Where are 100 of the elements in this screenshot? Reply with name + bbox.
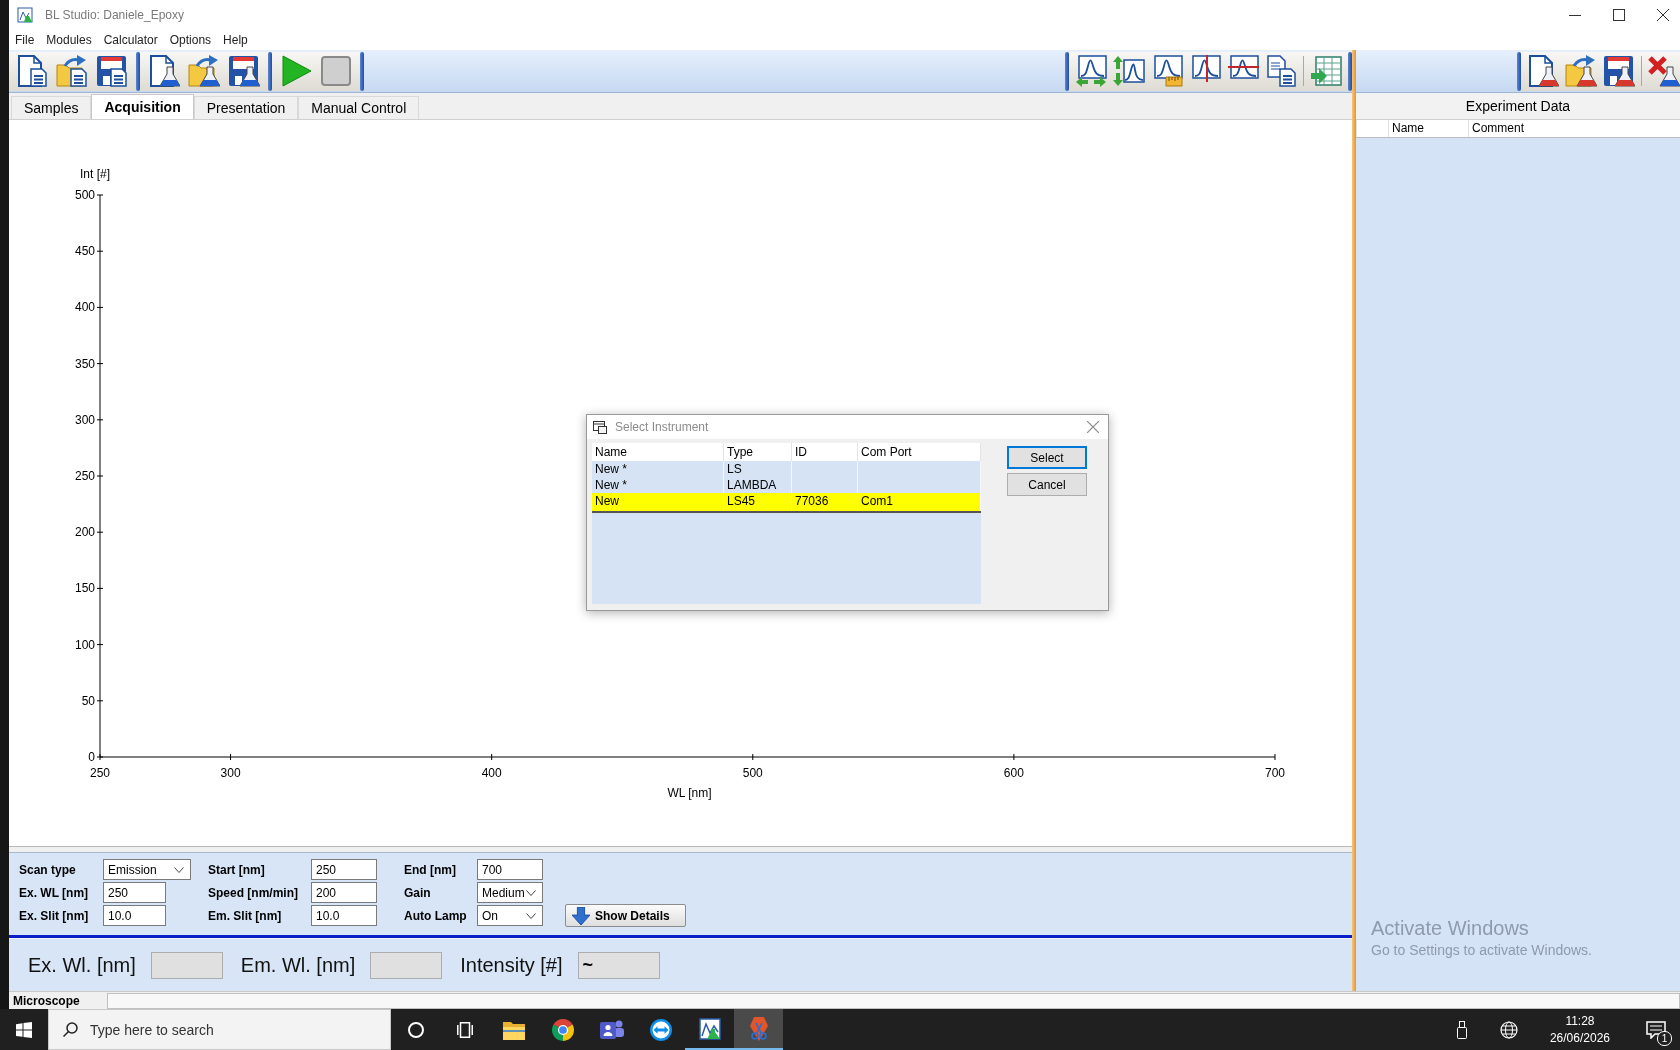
segmented-circle-icon	[551, 1018, 574, 1041]
globe-icon[interactable]	[1499, 1020, 1518, 1039]
menu-item[interactable]: Options	[163, 33, 218, 47]
readout-label: Intensity [#]	[460, 953, 563, 977]
dropdown[interactable]: Medium	[477, 882, 543, 903]
chart-vertical-arrows-icon[interactable]	[1113, 55, 1145, 87]
menu-item[interactable]: File	[9, 33, 41, 47]
chart-horizontal-arrows-icon[interactable]	[1075, 55, 1107, 87]
text-field[interactable]: 700	[477, 859, 543, 880]
circle-icon[interactable]	[407, 1021, 424, 1038]
dropdown[interactable]: Emission	[103, 859, 191, 880]
dialog-title: Select Instrument	[615, 420, 709, 434]
axis-tick-label: 250	[74, 469, 95, 483]
axis-tick-label: 300	[74, 412, 95, 427]
dropdown[interactable]: On	[477, 905, 543, 926]
dialog-button[interactable]: Cancel	[1007, 473, 1087, 496]
axis-tick-label: 400	[74, 300, 95, 315]
close-icon[interactable]	[1657, 9, 1669, 21]
tab[interactable]: Presentation	[193, 96, 299, 119]
stop-icon[interactable]	[320, 55, 352, 87]
clock-date[interactable]: 26/06/2026	[1549, 1029, 1610, 1047]
table-row[interactable]: New * LS	[592, 461, 981, 477]
column-header[interactable]: Name	[592, 443, 724, 461]
floppy-document-icon[interactable]	[96, 55, 128, 87]
notification-count-badge: 1	[1657, 1030, 1672, 1046]
axis-tick-label: 100	[74, 637, 95, 652]
axis-tick-label: 50	[81, 693, 95, 708]
documents-icon[interactable]	[1265, 55, 1297, 87]
folder-flask-icon[interactable]	[188, 55, 220, 87]
window-icon	[593, 420, 607, 434]
text-field[interactable]: 10.0	[311, 905, 377, 926]
tab[interactable]: Samples	[11, 96, 92, 119]
column-header[interactable]: Type	[724, 443, 792, 461]
text-field[interactable]: 200	[311, 882, 377, 903]
field-label: End [nm]	[404, 862, 457, 877]
column-header[interactable]: Name	[1388, 120, 1468, 137]
chevron-icon	[526, 912, 536, 919]
menu-item[interactable]: Help	[217, 33, 254, 47]
search-field[interactable]: Type here to search	[48, 1009, 391, 1050]
field-label: Scan type	[19, 862, 77, 877]
dialog-button[interactable]: Select	[1007, 446, 1087, 469]
show-details-button[interactable]: Show Details	[565, 904, 686, 927]
tab[interactable]: Manual Control	[298, 96, 420, 119]
chart-ruler-icon[interactable]	[1151, 55, 1183, 87]
folder-flask-icon[interactable]	[1565, 55, 1597, 87]
axis-tick-label: 450	[74, 244, 95, 259]
people-tile-icon	[599, 1018, 624, 1041]
table-arrow-icon[interactable]	[1310, 55, 1342, 87]
folder-icon	[502, 1019, 525, 1040]
table-cell: New	[592, 493, 724, 511]
axis-tick-label: 400	[481, 766, 502, 780]
arrows-circle-icon	[649, 1018, 672, 1041]
field-label: Auto Lamp	[404, 908, 468, 923]
clock-time[interactable]: 11:28	[1565, 1012, 1595, 1030]
axis-tick-label: 700	[1265, 766, 1285, 780]
folder-document-icon[interactable]	[56, 55, 88, 87]
text-field[interactable]: 250	[311, 859, 377, 880]
search-placeholder: Type here to search	[90, 1021, 214, 1038]
flask-document-icon[interactable]	[148, 55, 180, 87]
search-icon	[63, 1022, 78, 1037]
column-header[interactable]: ID	[792, 443, 858, 461]
table-cell: New *	[592, 461, 724, 477]
readout-field: ~	[577, 951, 660, 979]
axis-tick-label: 250	[90, 766, 110, 780]
axis-tick-label: 200	[74, 525, 95, 540]
readout-label: Ex. Wl. [nm]	[28, 953, 136, 977]
tab[interactable]: Acquisition	[91, 94, 194, 119]
chevron-icon	[526, 889, 536, 896]
field-label: Em. Slit [nm]	[208, 908, 283, 923]
minimize-icon[interactable]	[1569, 14, 1581, 16]
column-header[interactable]: Comment	[1468, 120, 1680, 137]
axis-title: WL [nm]	[667, 786, 712, 800]
floppy-flask-icon[interactable]	[228, 55, 260, 87]
table-row[interactable]: New LS45 77036 Com1	[592, 493, 981, 513]
task-view-icon[interactable]	[456, 1021, 473, 1038]
field-label: Ex. WL [nm]	[19, 885, 90, 900]
status-label: Microscope	[12, 993, 81, 1008]
axis-tick-label: 600	[1003, 766, 1024, 780]
axis-tick-label: 350	[74, 356, 95, 371]
maximize-icon[interactable]	[1613, 9, 1625, 21]
chevron-icon	[174, 866, 184, 873]
axis-tick-label: 300	[220, 766, 241, 780]
app-icon	[17, 7, 33, 23]
axis-tick-label: 150	[74, 581, 95, 596]
usb-drive-icon[interactable]	[1455, 1020, 1468, 1039]
flask-cross-icon[interactable]	[1648, 55, 1680, 87]
menu-item[interactable]: Modules	[40, 33, 98, 47]
menu-item[interactable]: Calculator	[97, 33, 164, 47]
field-label: Speed [nm/min]	[208, 885, 299, 900]
play-icon[interactable]	[280, 55, 312, 87]
column-header[interactable]: Com Port	[858, 443, 981, 461]
table-cell: LS45	[724, 493, 792, 511]
text-field[interactable]: 250	[103, 882, 166, 903]
document-icon[interactable]	[16, 55, 48, 87]
axis-title: Int [#]	[80, 167, 111, 181]
flask-document-icon[interactable]	[1527, 55, 1559, 87]
down-arrow-icon	[572, 906, 590, 925]
text-field[interactable]: 10.0	[103, 905, 166, 926]
floppy-flask-icon[interactable]	[1603, 55, 1635, 87]
four-panes-icon[interactable]	[16, 1021, 32, 1038]
